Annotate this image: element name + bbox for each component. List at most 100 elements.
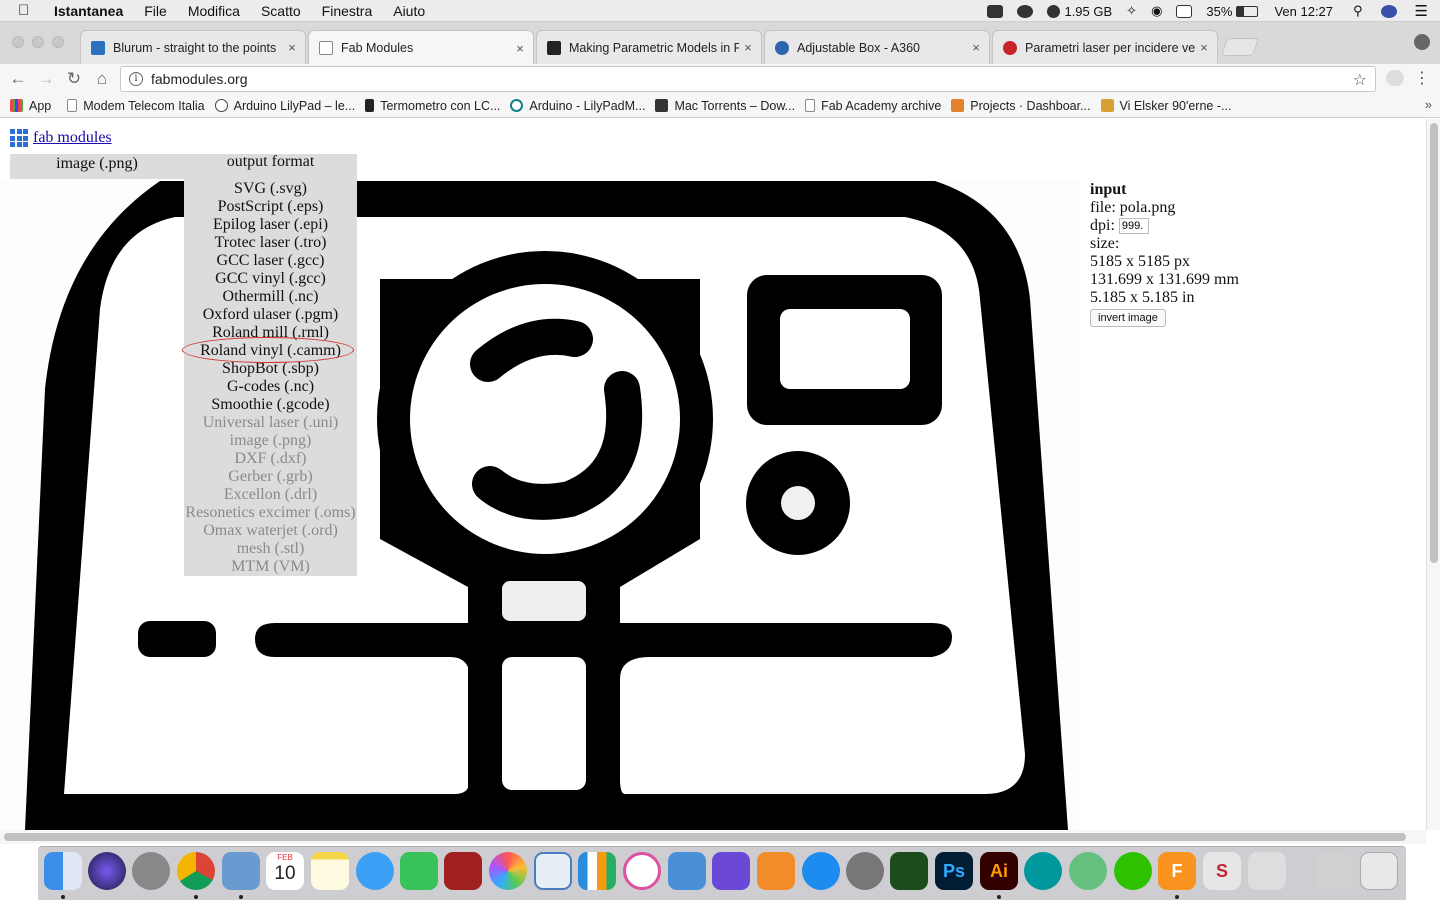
wechat-icon[interactable] xyxy=(1114,852,1152,890)
imovie-icon[interactable] xyxy=(712,852,750,890)
arduino-icon[interactable] xyxy=(1024,852,1062,890)
menu-window[interactable]: Finestra xyxy=(322,3,373,19)
horizontal-scroll-thumb[interactable] xyxy=(4,833,1406,841)
bookmark-projects[interactable]: Projects · Dashboar... xyxy=(951,99,1091,113)
grapher-icon[interactable] xyxy=(890,852,928,890)
output-option-eps[interactable]: PostScript (.eps) xyxy=(184,198,357,216)
bookmark-mac-torrents[interactable]: Mac Torrents – Dow... xyxy=(655,99,795,113)
chrome-menu-icon[interactable]: ⋮ xyxy=(1414,68,1430,88)
keynote-doc-icon[interactable] xyxy=(534,852,572,890)
bookmarks-overflow-icon[interactable]: » xyxy=(1425,97,1432,112)
fusion360-icon[interactable]: F xyxy=(1158,852,1196,890)
notes-icon[interactable] xyxy=(311,852,349,890)
output-option-othermill[interactable]: Othermill (.nc) xyxy=(184,288,357,306)
fab-modules-logo[interactable]: fab modules xyxy=(10,129,112,147)
tab-close-icon[interactable]: × xyxy=(1195,40,1213,55)
forward-arrow-icon[interactable]: → xyxy=(35,68,57,90)
chrome-icon[interactable] xyxy=(177,852,215,890)
apple-menu-icon[interactable]:  xyxy=(18,2,40,19)
url-text[interactable]: fabmodules.org xyxy=(151,71,248,87)
bookmark-lilypadm[interactable]: Arduino - LilyPadM... xyxy=(510,99,645,113)
sketchup-icon[interactable]: S xyxy=(1203,852,1241,890)
home-icon[interactable]: ⌂ xyxy=(91,68,113,90)
airplay-icon[interactable] xyxy=(1176,4,1193,18)
bluetooth-icon[interactable]: ✧ xyxy=(1126,3,1137,19)
dropbox-icon[interactable] xyxy=(987,4,1004,18)
bookmark-star-icon[interactable]: ☆ xyxy=(1353,70,1367,90)
facetime-icon[interactable] xyxy=(400,852,438,890)
output-option-roland-mill[interactable]: Roland mill (.rml) xyxy=(184,324,357,342)
preview-icon[interactable] xyxy=(222,852,260,890)
extension-icon[interactable] xyxy=(1386,70,1404,86)
bookmark-modem[interactable]: Modem Telecom Italia xyxy=(67,99,205,113)
tab-close-icon[interactable]: × xyxy=(283,40,301,55)
output-option-svg[interactable]: SVG (.svg) xyxy=(184,180,357,198)
messages-icon[interactable] xyxy=(356,852,394,890)
bookmark-fab-academy[interactable]: Fab Academy archive xyxy=(805,99,941,113)
battery-icon[interactable] xyxy=(1236,5,1259,17)
output-option-smoothie[interactable]: Smoothie (.gcode) xyxy=(184,396,357,414)
menu-help[interactable]: Aiuto xyxy=(393,3,425,19)
system-preferences-icon[interactable] xyxy=(846,852,884,890)
menu-edit[interactable]: Modifica xyxy=(188,3,240,19)
input-format-menu[interactable]: image (.png) xyxy=(10,154,184,179)
window-minimize-button[interactable] xyxy=(32,36,44,48)
output-option-gcodes[interactable]: G-codes (.nc) xyxy=(184,378,357,396)
launchpad-icon[interactable] xyxy=(132,852,170,890)
output-option-tro[interactable]: Trotec laser (.tro) xyxy=(184,234,357,252)
keynote-icon[interactable] xyxy=(668,852,706,890)
output-format-menu[interactable]: output format xyxy=(184,154,357,179)
site-info-icon[interactable]: i xyxy=(129,72,143,86)
address-bar[interactable]: i fabmodules.org ☆ xyxy=(120,66,1376,92)
wifi-icon[interactable]: ◉ xyxy=(1151,3,1162,19)
finder-icon[interactable] xyxy=(44,852,82,890)
window-close-button[interactable] xyxy=(12,36,24,48)
itunes-icon[interactable] xyxy=(623,852,661,890)
window-zoom-button[interactable] xyxy=(52,36,64,48)
bookmark-termometro[interactable]: Termometro con LC... xyxy=(365,99,500,113)
horizontal-scrollbar[interactable] xyxy=(0,830,1426,844)
notification-center-icon[interactable]: ☰ xyxy=(1415,2,1428,20)
atom-icon[interactable] xyxy=(1069,852,1107,890)
tab-fab-modules[interactable]: Fab Modules × xyxy=(308,30,534,65)
menu-capture[interactable]: Scatto xyxy=(261,3,301,19)
inkscape-icon[interactable] xyxy=(1248,852,1286,890)
output-option-shopbot[interactable]: ShopBot (.sbp) xyxy=(184,360,357,378)
siri-icon[interactable] xyxy=(88,852,126,890)
tab-close-icon[interactable]: × xyxy=(739,40,757,55)
downloads-icon[interactable] xyxy=(1316,852,1354,890)
profile-icon[interactable] xyxy=(1414,34,1430,50)
bookmark-arduino-lilypad[interactable]: Arduino LilyPad – le... xyxy=(214,99,355,113)
disk-icon[interactable] xyxy=(1047,4,1061,18)
tab-close-icon[interactable]: × xyxy=(511,41,529,56)
photo-booth-icon[interactable] xyxy=(444,852,482,890)
fab-modules-link[interactable]: fab modules xyxy=(33,129,112,147)
app-store-icon[interactable] xyxy=(802,852,840,890)
illustrator-icon[interactable]: Ai xyxy=(980,852,1018,890)
spotlight-icon[interactable]: ⚲ xyxy=(1353,3,1363,19)
output-option-gcc-vinyl[interactable]: GCC vinyl (.gcc) xyxy=(184,270,357,288)
photoshop-icon[interactable]: Ps xyxy=(935,852,973,890)
ibooks-icon[interactable] xyxy=(757,852,795,890)
output-option-epi[interactable]: Epilog laser (.epi) xyxy=(184,216,357,234)
output-option-oxford[interactable]: Oxford ulaser (.pgm) xyxy=(184,306,357,324)
tab-adjustable-box[interactable]: Adjustable Box - A360 × xyxy=(764,30,990,64)
calendar-icon[interactable]: FEB 10 xyxy=(266,852,304,890)
vertical-scroll-thumb[interactable] xyxy=(1430,123,1438,563)
output-option-roland-vinyl[interactable]: Roland vinyl (.camm) xyxy=(184,342,357,360)
numbers-icon[interactable] xyxy=(578,852,616,890)
siri-menubar-icon[interactable] xyxy=(1380,4,1397,18)
back-arrow-icon[interactable]: ← xyxy=(7,68,29,90)
tab-close-icon[interactable]: × xyxy=(967,40,985,55)
menu-app-name[interactable]: Istantanea xyxy=(54,3,123,19)
photos-icon[interactable] xyxy=(489,852,527,890)
vertical-scrollbar[interactable] xyxy=(1426,119,1440,830)
bookmark-apps[interactable]: App xyxy=(10,99,51,113)
trash-icon[interactable] xyxy=(1360,852,1398,890)
clock[interactable]: Ven 12:27 xyxy=(1274,4,1333,19)
menu-file[interactable]: File xyxy=(144,3,167,19)
dpi-input[interactable] xyxy=(1118,218,1149,235)
new-tab-button[interactable] xyxy=(1220,38,1260,56)
tab-parametric-models[interactable]: Making Parametric Models in F × xyxy=(536,30,762,64)
output-option-gcc-laser[interactable]: GCC laser (.gcc) xyxy=(184,252,357,270)
